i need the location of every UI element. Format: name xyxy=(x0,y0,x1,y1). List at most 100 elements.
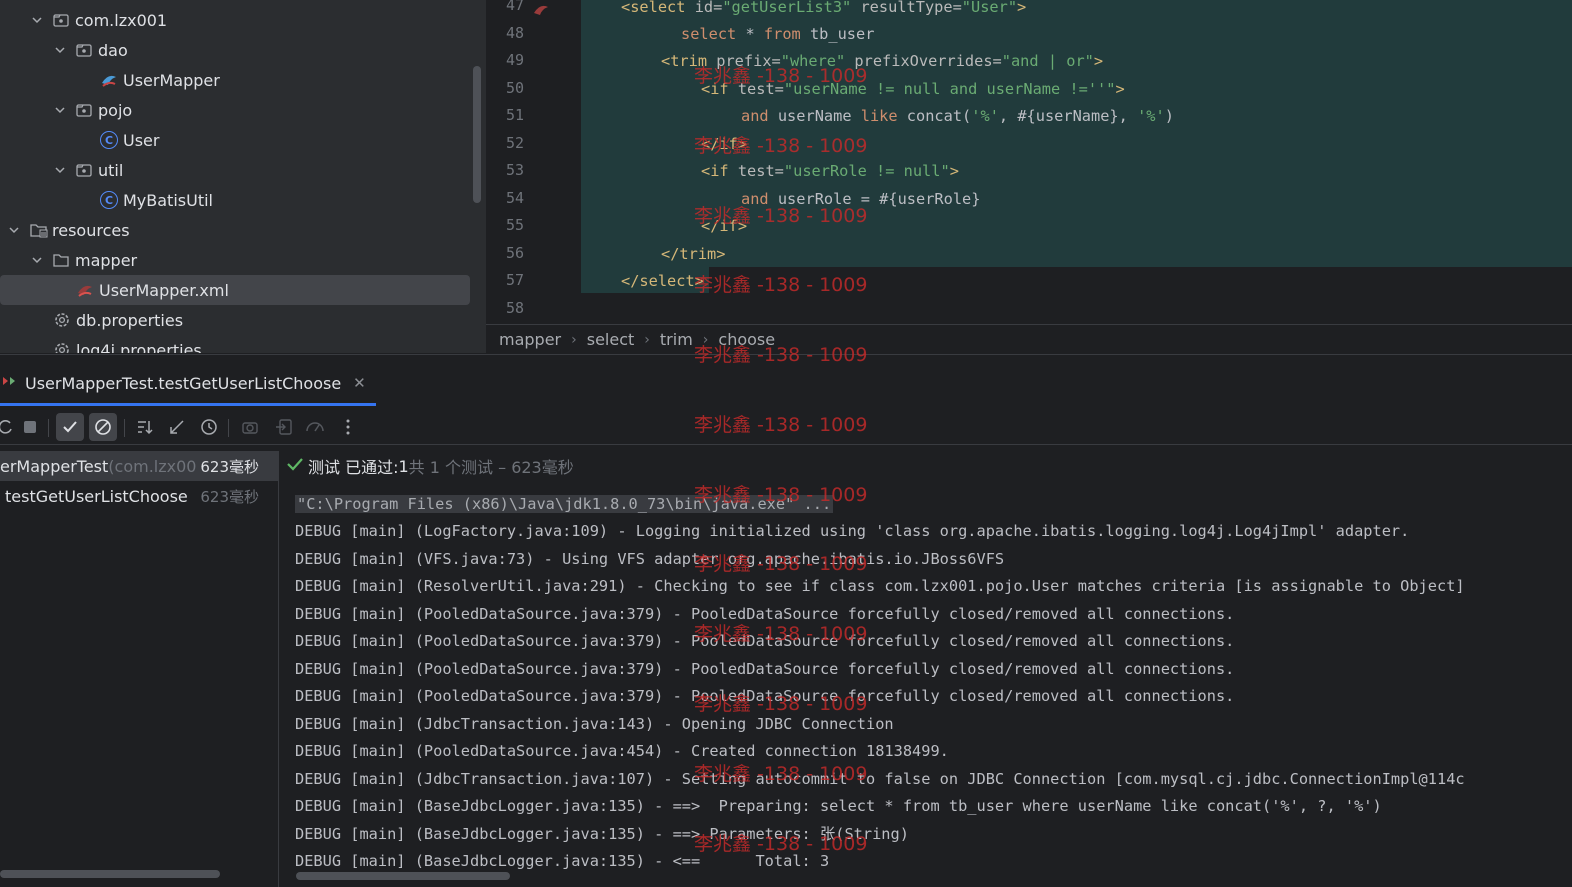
more-options-icon[interactable] xyxy=(334,413,362,441)
code-line-49: <trim prefix="where" prefixOverrides="an… xyxy=(661,52,1104,70)
tab-underline xyxy=(0,403,376,406)
breadcrumb-item[interactable]: mapper xyxy=(499,330,561,349)
line-number: 51 xyxy=(505,106,524,124)
code-line-50: <if test="userName != null and userName … xyxy=(701,80,1125,98)
code-content[interactable]: <select id="getUserList3" resultType="Us… xyxy=(581,0,1572,324)
chevron-down-icon[interactable] xyxy=(7,223,21,237)
package-icon xyxy=(52,11,70,29)
test-duration: 623毫秒 xyxy=(200,487,259,506)
test-duration: 623毫秒 xyxy=(200,457,259,476)
tree-item-dao[interactable]: dao xyxy=(0,35,470,65)
package-icon xyxy=(75,161,93,179)
test-tree-item-class[interactable]: erMapperTest (com.lzx00 623毫秒 xyxy=(0,451,278,481)
mapper-navigation-icon[interactable] xyxy=(532,0,550,15)
console-line: DEBUG [main] (PooledDataSource.java:379)… xyxy=(295,632,1235,650)
tree-item-util[interactable]: util xyxy=(0,155,470,185)
class-icon: C xyxy=(100,131,118,149)
line-number: 52 xyxy=(505,134,524,152)
test-tree-item-method[interactable]: testGetUserListChoose 623毫秒 xyxy=(0,481,278,511)
run-tab-title: UserMapperTest.testGetUserListChoose xyxy=(25,373,342,393)
coverage-icon[interactable] xyxy=(301,413,329,441)
tree-item-label: UserMapper.xml xyxy=(99,280,229,300)
sort-icon[interactable] xyxy=(131,413,159,441)
console-output[interactable]: "C:\Program Files (x86)\Java\jdk1.8.0_73… xyxy=(280,487,1572,887)
chevron-right-icon: › xyxy=(644,331,650,348)
test-tree-scrollbar[interactable] xyxy=(0,870,220,878)
tree-item-usermapper-xml[interactable]: UserMapper.xml xyxy=(0,275,470,305)
code-line-48: select * from tb_user xyxy=(681,25,875,43)
close-icon[interactable]: ✕ xyxy=(353,374,366,392)
history-icon[interactable] xyxy=(195,413,223,441)
console-line: DEBUG [main] (JdbcTransaction.java:143) … xyxy=(295,715,894,733)
console-scrollbar[interactable] xyxy=(296,872,510,880)
camera-icon[interactable] xyxy=(236,413,264,441)
tree-item-resources[interactable]: resources xyxy=(0,215,470,245)
status-prefix: 测试 已通过: xyxy=(308,458,399,477)
toolbar-separator xyxy=(48,419,49,437)
mybatis-xml-icon xyxy=(76,281,94,299)
line-number: 55 xyxy=(505,216,524,234)
chevron-down-icon[interactable] xyxy=(53,103,67,117)
stop-icon[interactable] xyxy=(16,413,44,441)
tree-item-usermapper[interactable]: UserMapper xyxy=(0,65,470,95)
import-icon[interactable] xyxy=(270,413,298,441)
line-number: 54 xyxy=(505,189,524,207)
chevron-down-icon[interactable] xyxy=(30,13,44,27)
chevron-down-icon[interactable] xyxy=(53,163,67,177)
code-line-51: and userName like concat('%', #{userName… xyxy=(741,107,1174,125)
console-line: DEBUG [main] (PooledDataSource.java:379)… xyxy=(295,660,1235,678)
tree-item-label: dao xyxy=(98,40,128,60)
breadcrumb-item[interactable]: choose xyxy=(718,330,775,349)
package-icon xyxy=(75,101,93,119)
code-line-57: </select> xyxy=(621,272,704,290)
code-line-47: <select id="getUserList3" resultType="Us… xyxy=(621,0,1027,16)
command-line[interactable]: "C:\Program Files (x86)\Java\jdk1.8.0_73… xyxy=(295,495,834,513)
console-line: DEBUG [main] (PooledDataSource.java:379)… xyxy=(295,605,1235,623)
project-scrollbar[interactable] xyxy=(473,66,481,203)
tree-item-mybatisutil[interactable]: C MyBatisUtil xyxy=(0,185,470,215)
console-line: DEBUG [main] (BaseJdbcLogger.java:135) -… xyxy=(295,825,909,843)
tree-item-label: MyBatisUtil xyxy=(123,190,213,210)
line-number: 50 xyxy=(505,79,524,97)
tree-item-user[interactable]: C User xyxy=(0,125,470,155)
tree-item-db-properties[interactable]: db.properties xyxy=(0,305,470,335)
toolbar-separator xyxy=(228,419,229,437)
tree-item-pojo[interactable]: pojo xyxy=(0,95,470,125)
test-results-tree: erMapperTest (com.lzx00 623毫秒 testGetUse… xyxy=(0,451,279,887)
class-icon: C xyxy=(100,191,118,209)
console-line: DEBUG [main] (JdbcTransaction.java:107) … xyxy=(295,770,1465,788)
code-line-55: </if> xyxy=(701,217,748,235)
tree-item-mapper[interactable]: mapper xyxy=(0,245,470,275)
mybatis-mapper-icon xyxy=(100,71,118,89)
show-ignored-toggle[interactable] xyxy=(89,413,117,441)
chevron-down-icon[interactable] xyxy=(30,253,44,267)
project-tool-window: com.lzx001 dao UserMapper pojo C User ut… xyxy=(0,0,486,353)
tree-item-label: mapper xyxy=(75,250,138,270)
tree-item-log4j-properties[interactable]: log4j.properties xyxy=(0,335,470,353)
toolbar-separator xyxy=(124,419,125,437)
breadcrumb-item[interactable]: select xyxy=(587,330,635,349)
line-number: 56 xyxy=(505,244,524,262)
run-tab[interactable]: UserMapperTest.testGetUserListChoose ✕ xyxy=(0,369,366,397)
console-line: DEBUG [main] (LogFactory.java:109) - Log… xyxy=(295,522,1410,540)
chevron-right-icon: › xyxy=(702,331,709,348)
chevron-right-icon: › xyxy=(571,331,577,348)
console-line: DEBUG [main] (PooledDataSource.java:454)… xyxy=(295,742,949,760)
code-line-56: </trim> xyxy=(661,245,726,263)
test-class-name: erMapperTest xyxy=(0,456,109,476)
tree-item-com-lzx001[interactable]: com.lzx001 xyxy=(0,5,470,35)
breadcrumb-item[interactable]: trim xyxy=(660,330,693,349)
console-line: DEBUG [main] (BaseJdbcLogger.java:135) -… xyxy=(295,852,830,870)
show-passed-toggle[interactable] xyxy=(56,413,84,441)
tree-item-label: db.properties xyxy=(76,310,184,330)
code-line-52: </if> xyxy=(701,135,748,153)
line-number-gutter: 47 48 49 50 51 52 53 54 55 56 57 58 xyxy=(486,0,580,324)
console-line: DEBUG [main] (PooledDataSource.java:379)… xyxy=(295,687,1235,705)
line-number: 49 xyxy=(505,51,524,69)
chevron-down-icon[interactable] xyxy=(53,43,67,57)
collapse-all-icon[interactable] xyxy=(163,413,191,441)
test-config-icon xyxy=(0,372,22,394)
resources-folder-icon xyxy=(29,221,48,239)
code-editor[interactable]: 47 48 49 50 51 52 53 54 55 56 57 58 <sel… xyxy=(486,0,1572,324)
package-icon xyxy=(75,41,93,59)
